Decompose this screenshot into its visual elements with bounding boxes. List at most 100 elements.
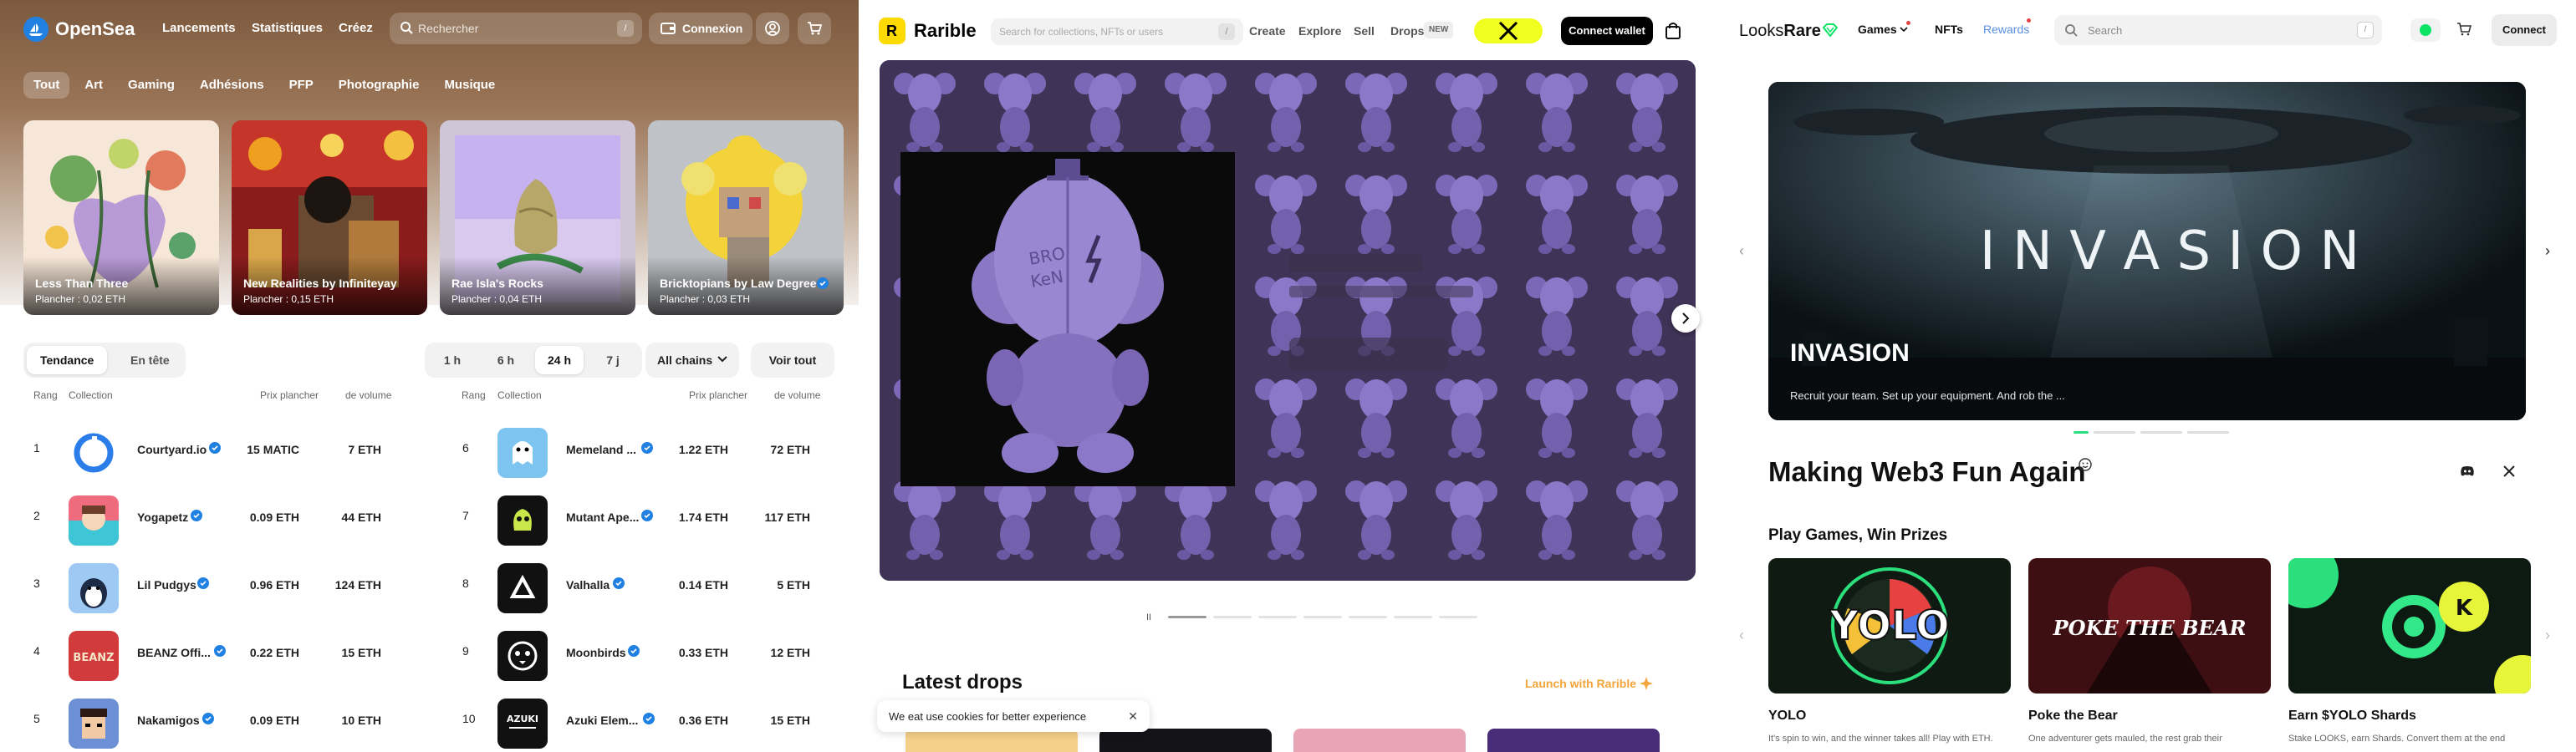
carousel-dot[interactable] [2140,431,2182,434]
game-name: YOLO [1768,709,1807,723]
carousel-dot[interactable] [1258,616,1297,618]
collection-name: Yogapetz [137,511,189,524]
brand-name[interactable]: OpenSea [55,18,135,40]
nav-nfts[interactable]: NFTs [1935,23,1963,36]
table-row[interactable]: 7 Mutant Ape... 1.74 ETH 117 ETH [452,490,854,546]
carousel-dot[interactable] [1349,616,1387,618]
connect-button[interactable]: Connect [2492,14,2557,46]
row-rank: 9 [462,644,469,658]
rarible-logo-icon[interactable]: R [879,18,905,44]
table-row[interactable]: 4 BEANZ BEANZ Offi... 0.22 ETH 15 ETH [23,626,425,681]
login-button[interactable]: Connexion [649,13,752,44]
close-icon[interactable]: ✕ [1128,709,1138,724]
carousel-dot[interactable] [2074,431,2089,434]
nav-drops[interactable]: Drops [1390,24,1424,38]
time-6h[interactable]: 6 h [482,346,530,374]
chains-dropdown[interactable]: All chains [645,343,739,378]
carousel-dot[interactable] [1394,616,1432,618]
x-promo-button[interactable] [1474,18,1543,43]
time-24h[interactable]: 24 h [535,346,584,374]
nav-games[interactable]: Games [1858,23,1897,36]
table-row[interactable]: 10 AZUKI Azuki Elem... 0.36 ETH 15 ETH [452,694,854,749]
connect-wallet-button[interactable]: Connect wallet [1561,17,1653,45]
hero-banner[interactable]: BRO KeN [880,60,1696,581]
featured-card[interactable]: Bricktopians by Law Degree Plancher : 0,… [648,120,844,315]
table-row[interactable]: 2 Yogapetz 0.09 ETH 44 ETH [23,490,425,546]
x-logo-icon[interactable] [2503,465,2515,477]
table-row[interactable]: 9 Moonbirds 0.33 ETH 12 ETH [452,626,854,681]
svg-text:BEANZ: BEANZ [73,652,114,664]
collection-name: Memeland ... [566,443,637,456]
carousel-dot[interactable] [1303,616,1342,618]
next-games-button[interactable]: › [2545,627,2550,644]
opensea-logo-icon[interactable] [23,17,48,42]
rarible-panel: R Rarible Search for collections, NFTs o… [859,0,1717,752]
pause-icon[interactable]: II [1146,612,1151,622]
carousel-dot[interactable] [2094,431,2135,434]
drop-card[interactable] [1293,729,1466,752]
tab-pfp[interactable]: PFP [279,72,324,99]
gems-button[interactable] [2410,18,2441,42]
carousel-dot[interactable] [1439,616,1477,618]
nav-sell[interactable]: Sell [1354,24,1375,38]
drop-card[interactable] [905,729,1078,752]
cart-button[interactable] [798,13,831,44]
prev-games-button[interactable]: ‹ [1739,627,1744,644]
table-row[interactable]: 8 Valhalla 0.14 ETH 5 ETH [452,558,854,613]
table-row[interactable]: 3 Lil Pudgys 0.96 ETH 124 ETH [23,558,425,613]
tab-top[interactable]: En tête [117,346,183,374]
drop-card[interactable] [1487,729,1660,752]
time-7d[interactable]: 7 j [589,346,637,374]
featured-card[interactable]: Rae Isla's Rocks Plancher : 0,04 ETH [440,120,635,315]
section-title: Play Games, Win Prizes [1768,526,1948,544]
brand-name[interactable]: LooksRare [1739,22,1821,41]
discord-icon[interactable] [2460,465,2475,477]
carousel-dot[interactable] [1168,616,1206,618]
game-card[interactable]: K [2288,558,2531,694]
carousel-dot[interactable] [1213,616,1252,618]
nav-create[interactable]: Créez [339,21,373,35]
tab-trending[interactable]: Tendance [27,346,108,374]
featured-card[interactable]: Less Than Three Plancher : 0,02 ETH [23,120,219,315]
tab-gaming[interactable]: Gaming [118,72,185,99]
nav-launches[interactable]: Lancements [162,21,236,35]
launch-link[interactable]: Launch with Rarible [1525,677,1653,690]
yolo-game-image: YOLO [1768,558,2011,694]
search-input[interactable]: Search for collections, NFTs or users / [991,18,1243,45]
hero-banner[interactable]: I N V A S I O N INVASION Recruit your te… [1768,82,2526,420]
featured-card[interactable]: New Realities by Infiniteyay Plancher : … [232,120,427,315]
drop-card[interactable] [1099,729,1272,752]
brand-name[interactable]: Rarible [914,20,977,42]
table-row[interactable]: 1 Courtyard.io 15 MATIC 7 ETH [23,423,425,478]
game-card[interactable]: POKE THE BEAR [2028,558,2271,694]
tab-all[interactable]: Tout [23,72,70,99]
prev-slide-button[interactable]: ‹ [1739,242,1744,260]
collection-avatar [69,699,119,749]
nav-explore[interactable]: Explore [1298,24,1341,38]
nav-create[interactable]: Create [1249,24,1286,38]
next-slide-button[interactable] [1671,304,1700,333]
see-all-button[interactable]: Voir tout [751,343,834,378]
table-row[interactable]: 5 Nakamigos 0.09 ETH 10 ETH [23,694,425,749]
cart-icon[interactable] [2456,23,2471,36]
time-1h[interactable]: 1 h [428,346,477,374]
hero-artwork: BRO KeN [880,60,1696,581]
profile-button[interactable] [756,13,789,44]
carousel-dot[interactable] [2187,431,2229,434]
nav-rewards[interactable]: Rewards [1983,23,2029,36]
game-card[interactable]: YOLO [1768,558,2011,694]
search-placeholder: Rechercher [418,22,479,35]
row-rank: 10 [462,712,476,725]
table-row[interactable]: 6 Memeland ... 1.22 ETH 72 ETH [452,423,854,478]
tab-music[interactable]: Musique [434,72,505,99]
tab-photography[interactable]: Photographie [329,72,430,99]
search-input[interactable]: Search / [2054,15,2382,45]
tab-art[interactable]: Art [74,72,113,99]
collection-avatar [69,495,119,546]
nav-stats[interactable]: Statistiques [252,21,323,35]
bag-icon[interactable] [1665,22,1681,40]
collection-avatar [497,563,548,613]
tab-memberships[interactable]: Adhésions [190,72,274,99]
search-input[interactable]: Rechercher / [390,13,642,44]
next-slide-button[interactable]: › [2545,242,2550,260]
